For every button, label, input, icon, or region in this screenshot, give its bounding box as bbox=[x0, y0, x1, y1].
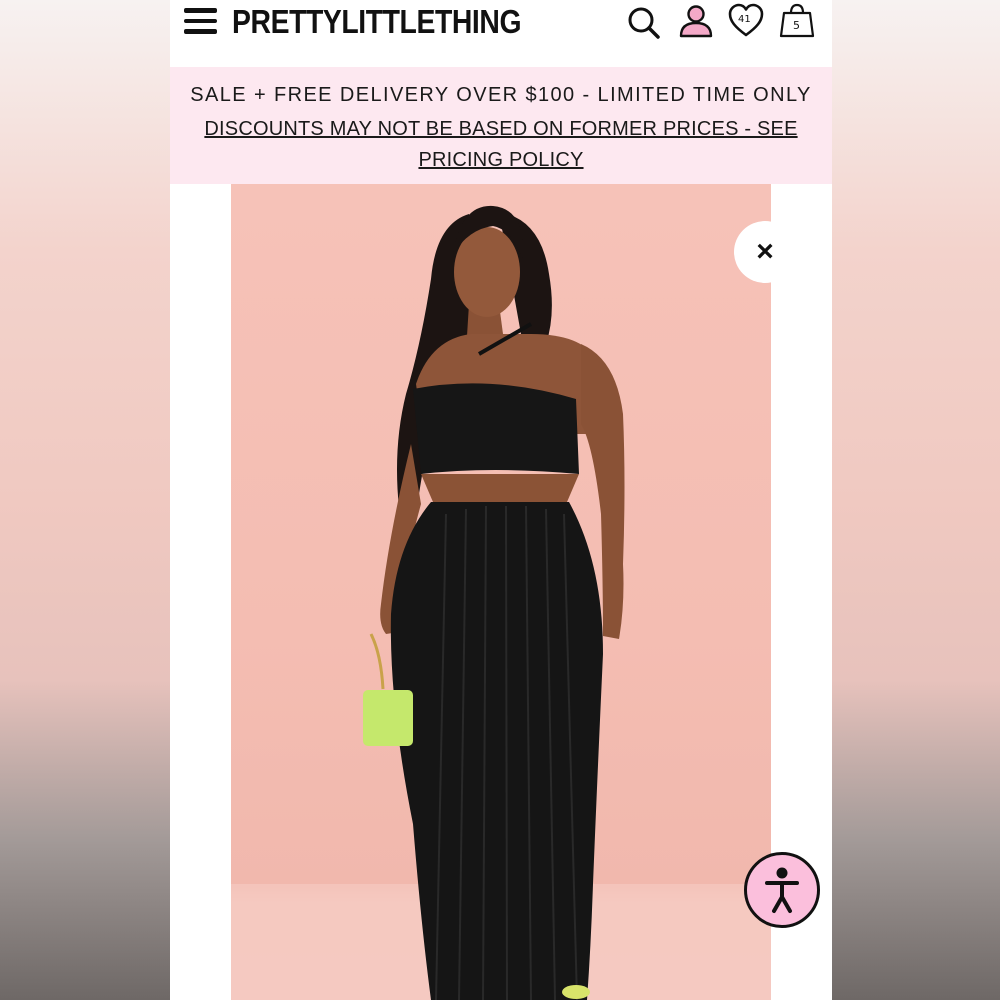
pricing-policy-link[interactable]: DISCOUNTS MAY NOT BE BASED ON FORMER PRI… bbox=[190, 114, 812, 176]
model-photo bbox=[231, 205, 771, 1000]
blurred-backdrop-left bbox=[0, 0, 170, 1000]
site-header: PRETTYLITTLETHING 41 5 bbox=[170, 0, 832, 66]
phone-screen: PRETTYLITTLETHING 41 5 SALE + FREE DELIV… bbox=[170, 0, 832, 1000]
site-logo[interactable]: PRETTYLITTLETHING bbox=[232, 3, 522, 41]
product-image[interactable] bbox=[231, 184, 771, 1000]
close-icon: × bbox=[756, 235, 774, 268]
accessibility-icon bbox=[765, 867, 799, 913]
promo-banner: SALE + FREE DELIVERY OVER $100 - LIMITED… bbox=[170, 67, 832, 184]
promo-headline: SALE + FREE DELIVERY OVER $100 - LIMITED… bbox=[190, 84, 812, 106]
wishlist-count: 41 bbox=[738, 14, 751, 25]
bag-count: 5 bbox=[793, 19, 800, 32]
account-icon[interactable] bbox=[678, 3, 714, 39]
wishlist-heart-icon[interactable]: 41 bbox=[727, 3, 765, 39]
accessibility-button[interactable] bbox=[744, 852, 820, 928]
close-button[interactable]: × bbox=[734, 221, 796, 283]
shopping-bag-icon[interactable]: 5 bbox=[778, 3, 816, 39]
search-icon[interactable] bbox=[626, 4, 662, 40]
blurred-backdrop-right bbox=[832, 0, 1000, 1000]
hamburger-menu-icon[interactable] bbox=[184, 8, 220, 38]
